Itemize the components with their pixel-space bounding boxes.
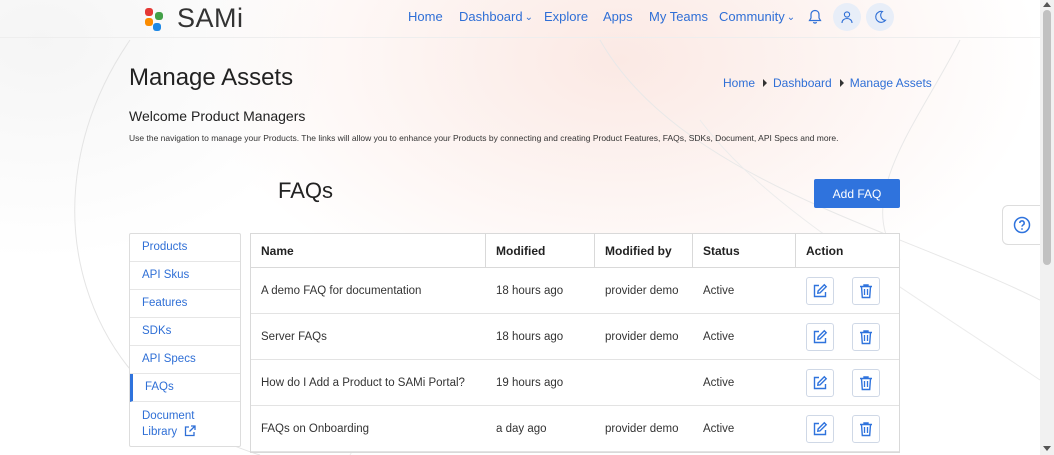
- bell-icon[interactable]: [801, 3, 829, 31]
- chevron-down-icon: ⌄: [786, 12, 796, 23]
- brand-logo[interactable]: SAMi: [143, 3, 244, 34]
- table-row: FAQs on Onboarding a day ago provider demo…: [251, 406, 899, 452]
- trash-icon: [860, 421, 872, 436]
- column-header-modified-by[interactable]: Modified by: [595, 234, 693, 267]
- sidebar-item-document-library[interactable]: Document Library: [130, 402, 240, 446]
- top-navbar: SAMi Home Dashboard ⌄ Explore Apps My Tea…: [0, 0, 1040, 38]
- cell-actions: [796, 268, 899, 313]
- nav-dashboard-label: Dashboard: [459, 9, 523, 24]
- cell-status: Active: [703, 376, 735, 389]
- cell-name[interactable]: Server FAQs: [251, 314, 486, 359]
- asset-sidebar: Products API Skus Features SDKs API Spec…: [129, 233, 241, 447]
- nav-explore[interactable]: Explore: [544, 9, 588, 24]
- delete-button[interactable]: [852, 414, 880, 443]
- cell-modified-by: [595, 360, 693, 405]
- external-link-icon: [184, 425, 197, 442]
- trash-icon: [860, 375, 872, 390]
- breadcrumb-home[interactable]: Home: [723, 76, 755, 90]
- delete-button[interactable]: [852, 368, 880, 397]
- nav-apps[interactable]: Apps: [603, 9, 633, 24]
- nav-community-label: Community: [719, 9, 785, 24]
- sidebar-item-features[interactable]: Features: [130, 290, 240, 318]
- trash-icon: [860, 329, 872, 344]
- nav-dashboard[interactable]: Dashboard ⌄: [459, 9, 533, 24]
- scroll-up-arrow-icon[interactable]: [1043, 2, 1051, 7]
- page-title: Manage Assets: [129, 64, 294, 91]
- cell-modified-by: provider demo: [605, 422, 679, 435]
- delete-button[interactable]: [852, 322, 880, 351]
- sidebar-item-label: Document: [142, 410, 195, 422]
- edit-button[interactable]: [806, 322, 834, 351]
- delete-button[interactable]: [852, 276, 880, 305]
- user-icon[interactable]: [833, 3, 861, 31]
- edit-icon: [813, 329, 828, 343]
- cell-actions: [796, 406, 899, 451]
- brand-name: SAMi: [177, 3, 244, 33]
- cell-modified: 19 hours ago: [496, 376, 564, 389]
- scrollbar-thumb[interactable]: [1043, 10, 1051, 265]
- cell-name[interactable]: A demo FAQ for documentation: [251, 268, 486, 313]
- cell-modified-by: provider demo: [605, 284, 679, 297]
- chevron-down-icon: ⌄: [524, 12, 533, 23]
- caret-right-icon: [839, 79, 844, 87]
- add-faq-button[interactable]: Add FAQ: [814, 179, 900, 208]
- sidebar-item-sdks[interactable]: SDKs: [130, 318, 240, 346]
- column-header-name[interactable]: Name: [251, 234, 486, 267]
- page-scrollbar[interactable]: [1040, 0, 1054, 455]
- edit-icon: [813, 375, 828, 389]
- sidebar-item-api-specs[interactable]: API Specs: [130, 346, 240, 374]
- scroll-down-arrow-icon[interactable]: [1043, 446, 1051, 451]
- sidebar-item-products[interactable]: Products: [130, 234, 240, 262]
- edit-icon: [813, 283, 828, 297]
- caret-right-icon: [763, 79, 768, 87]
- edit-button[interactable]: [806, 414, 834, 443]
- cell-modified-by: provider demo: [605, 330, 679, 343]
- table-body: A demo FAQ for documentation 18 hours ago…: [251, 268, 899, 452]
- table-row: Server FAQs 18 hours ago provider demo Acti…: [251, 314, 899, 360]
- cell-modified: 18 hours ago: [496, 330, 564, 343]
- edit-icon: [813, 421, 828, 435]
- logo-mark-icon: [143, 6, 165, 32]
- table-header: Name Modified Modified by Status Action: [251, 234, 899, 268]
- cell-name[interactable]: FAQs on Onboarding: [251, 406, 486, 451]
- sidebar-item-label: Library: [142, 426, 178, 438]
- section-title: FAQs: [278, 178, 334, 203]
- breadcrumb-current[interactable]: Manage Assets: [850, 76, 932, 90]
- sidebar-item-faqs[interactable]: FAQs: [130, 374, 240, 402]
- cell-actions: [796, 360, 899, 405]
- trash-icon: [860, 283, 872, 298]
- question-circle-icon: [1013, 216, 1031, 234]
- nav-my-teams[interactable]: My Teams: [649, 9, 708, 24]
- sidebar-item-api-skus[interactable]: API Skus: [130, 262, 240, 290]
- moon-icon[interactable]: [866, 3, 894, 31]
- sidebar-item-label-line2: Library: [142, 424, 240, 442]
- page-description: Use the navigation to manage your Produc…: [129, 133, 839, 143]
- cell-modified: 18 hours ago: [496, 284, 564, 297]
- column-header-action: Action: [806, 243, 844, 258]
- edit-button[interactable]: [806, 368, 834, 397]
- column-header-modified[interactable]: Modified: [486, 234, 595, 267]
- table-row: A demo FAQ for documentation 18 hours ago…: [251, 268, 899, 314]
- table-row: How do I Add a Product to SAMi Portal? 19…: [251, 360, 899, 406]
- breadcrumb-dashboard[interactable]: Dashboard: [773, 76, 832, 90]
- nav-home[interactable]: Home: [408, 9, 443, 24]
- help-button[interactable]: [1002, 205, 1042, 245]
- cell-status: Active: [703, 284, 735, 297]
- breadcrumb: Home Dashboard Manage Assets: [723, 76, 932, 90]
- faq-table: Name Modified Modified by Status Action …: [250, 233, 900, 453]
- welcome-heading: Welcome Product Managers: [129, 108, 306, 124]
- nav-community[interactable]: Community ⌄: [719, 9, 795, 24]
- cell-status: Active: [703, 422, 735, 435]
- cell-name[interactable]: How do I Add a Product to SAMi Portal?: [251, 360, 486, 405]
- cell-status: Active: [703, 330, 735, 343]
- column-header-status[interactable]: Status: [693, 234, 796, 267]
- edit-button[interactable]: [806, 276, 834, 305]
- cell-actions: [796, 314, 899, 359]
- cell-modified: a day ago: [496, 422, 547, 435]
